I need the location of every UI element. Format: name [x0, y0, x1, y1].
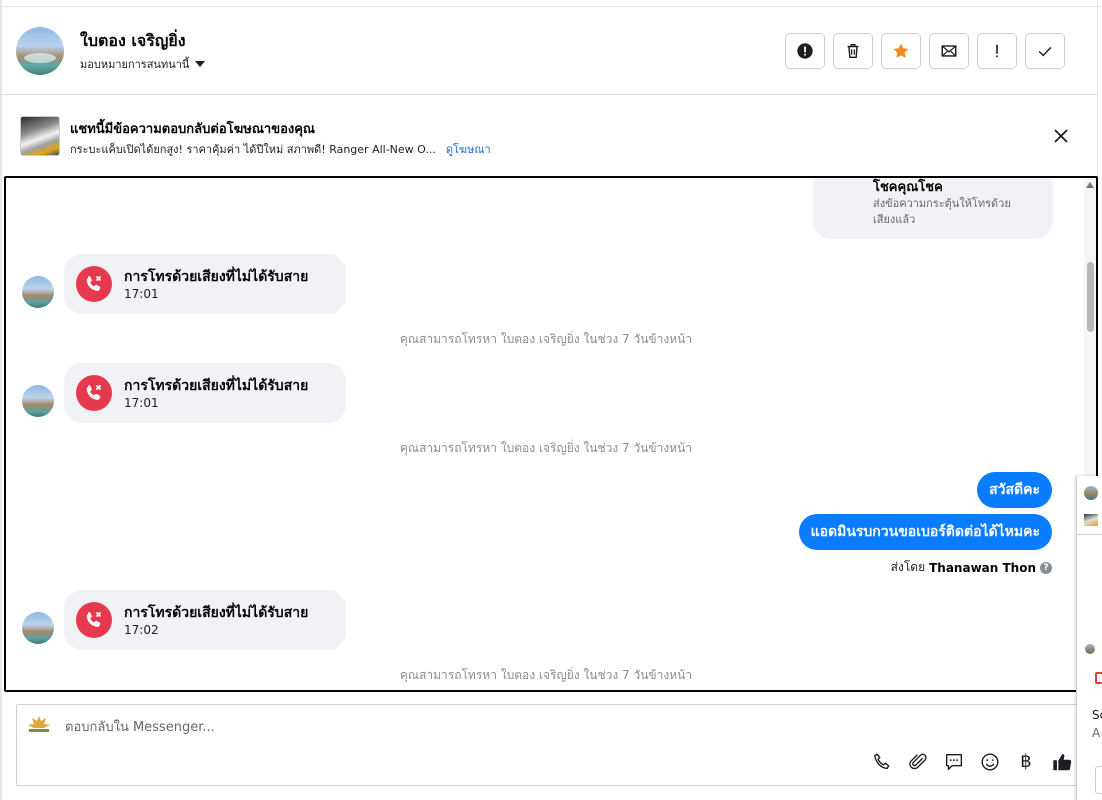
call-availability-note: คุณสามารถโทรหา ใบตอง เจริญยิ่ง ในช่วง 7 … [399, 332, 693, 346]
call-availability-note: คุณสามารถโทรหา ใบตอง เจริญยิ่ง ในช่วง 7 … [399, 441, 693, 455]
side-panel-avatar [1084, 486, 1098, 500]
missed-call-row: การโทรด้วยเสียงที่ไม่ได้รับสาย 17:01 [6, 254, 406, 314]
emoji-button[interactable] [979, 751, 1001, 773]
follow-up-button[interactable] [977, 33, 1017, 69]
baht-icon: ฿ [1020, 751, 1032, 772]
outgoing-message[interactable]: สวัสดีคะ [977, 472, 1052, 508]
contact-avatar-small[interactable] [22, 612, 54, 644]
ad-banner-title: แชทนี้มีข้อความตอบกลับต่อโฆษณาของคุณ [70, 122, 315, 137]
missed-call-bubble[interactable]: การโทรด้วยเสียงที่ไม่ได้รับสาย 17:01 [64, 254, 346, 314]
call-button[interactable] [871, 751, 893, 773]
side-panel-text: A [1092, 726, 1101, 740]
emoji-icon [981, 753, 999, 771]
sent-by-label: ส่งโดย Thanawan Thon ? [891, 558, 1052, 577]
attach-button[interactable] [907, 751, 929, 773]
missed-call-icon [76, 266, 112, 302]
missed-call-time: 17:01 [124, 396, 159, 410]
assign-conversation-dropdown[interactable]: มอบหมายการสนทนานี้ [80, 55, 206, 73]
help-icon[interactable]: ? [1040, 561, 1052, 574]
conversation-header: ใบตอง เจริญยิ่ง มอบหมายการสนทนานี้ [0, 7, 1098, 95]
paperclip-icon [909, 753, 927, 770]
side-panel-button[interactable] [1095, 766, 1102, 794]
mark-done-button[interactable] [1025, 33, 1065, 69]
composer-tools: ฿ [871, 751, 1073, 773]
side-panel-thumbnail [1084, 514, 1098, 526]
phone-icon [873, 753, 890, 770]
side-panel-avatar-small [1085, 644, 1095, 654]
trash-icon [847, 43, 859, 59]
scroll-up-arrow-icon[interactable] [1086, 182, 1094, 188]
side-panel-text: Sc [1092, 708, 1102, 722]
close-banner-button[interactable] [1050, 125, 1072, 147]
ad-thumbnail[interactable] [20, 116, 60, 156]
side-panel-divider [1077, 534, 1102, 535]
check-icon [1038, 46, 1052, 57]
saved-reply-icon [945, 753, 963, 771]
missed-call-icon [76, 375, 112, 411]
contact-avatar-small[interactable] [22, 385, 54, 417]
view-ad-link[interactable]: ดูโฆษณา [446, 140, 491, 158]
missed-call-bubble[interactable]: การโทรด้วยเสียงที่ไม่ได้รับสาย 17:01 [64, 363, 346, 423]
missed-call-row: การโทรด้วยเสียงที่ไม่ได้รับสาย 17:01 [6, 363, 406, 423]
missed-call-title: การโทรด้วยเสียงที่ไม่ได้รับสาย [124, 269, 309, 285]
call-prompt-title: โชคคุณโชค [873, 180, 943, 195]
star-button[interactable] [881, 33, 921, 69]
header-actions [785, 33, 1065, 69]
mark-unread-button[interactable] [929, 33, 969, 69]
contact-name[interactable]: ใบตอง เจริญยิ่ง [80, 29, 186, 54]
contact-avatar-small[interactable] [22, 276, 54, 308]
side-panel-peek[interactable]: Sc A [1076, 476, 1102, 800]
ad-reply-banner: แชทนี้มีข้อความตอบกลับต่อโฆษณาของคุณ กระ… [0, 96, 1098, 174]
delete-button[interactable] [833, 33, 873, 69]
payment-button[interactable]: ฿ [1015, 751, 1037, 773]
assign-label: มอบหมายการสนทนานี้ [80, 58, 190, 71]
like-button[interactable] [1051, 751, 1073, 773]
report-button[interactable] [785, 33, 825, 69]
call-prompt-card: โชคคุณโชค ส่งข้อความกระตุ้นให้โทรด้วยเสี… [813, 178, 1053, 239]
missed-call-title: การโทรด้วยเสียงที่ไม่ได้รับสาย [124, 378, 309, 394]
caret-down-icon [195, 61, 206, 67]
reply-input[interactable] [65, 717, 765, 737]
side-panel-badge-icon [1095, 672, 1102, 684]
message-thread[interactable]: โชคคุณโชค ส่งข้อความกระตุ้นให้โทรด้วยเสี… [4, 176, 1098, 692]
missed-call-row: การโทรด้วยเสียงที่ไม่ได้รับสาย 17:02 [6, 590, 406, 650]
reply-composer: ฿ [16, 704, 1078, 786]
exclamation-icon [996, 44, 998, 58]
missed-call-icon [76, 602, 112, 638]
saved-replies-button[interactable] [943, 751, 965, 773]
scrollbar-thumb[interactable] [1087, 262, 1094, 332]
ad-description: กระบะแค็บเปิดได้ยกสูง! ราคาคุ้มค่า ได้ปี… [70, 143, 436, 156]
page-logo-icon [28, 716, 50, 732]
thumbs-up-icon [1053, 754, 1072, 771]
missed-call-title: การโทรด้วยเสียงที่ไม่ได้รับสาย [124, 605, 309, 621]
call-prompt-subtitle: ส่งข้อความกระตุ้นให้โทรด้วยเสียงแล้ว [873, 197, 1011, 226]
ad-banner-description-row: กระบะแค็บเปิดได้ยกสูง! ราคาคุ้มค่า ได้ปี… [70, 140, 491, 158]
contact-avatar[interactable] [16, 27, 64, 75]
mail-icon [941, 45, 957, 57]
call-availability-note: คุณสามารถโทรหา ใบตอง เจริญยิ่ง ในช่วง 7 … [399, 668, 693, 682]
outgoing-message[interactable]: แอดมินรบกวนขอเบอร์ติดต่อได้ไหมคะ [798, 514, 1052, 550]
inbox-conversation-view: ใบตอง เจริญยิ่ง มอบหมายการสนทนานี้ แชทนี… [0, 0, 1102, 800]
sent-by-prefix: ส่งโดย [890, 560, 926, 574]
sent-by-name: Thanawan Thon [929, 560, 1036, 575]
report-icon [797, 43, 813, 59]
missed-call-bubble[interactable]: การโทรด้วยเสียงที่ไม่ได้รับสาย 17:02 [64, 590, 346, 650]
missed-call-time: 17:01 [124, 287, 159, 301]
star-icon [893, 43, 909, 58]
close-icon [1054, 129, 1068, 143]
missed-call-time: 17:02 [124, 623, 159, 637]
